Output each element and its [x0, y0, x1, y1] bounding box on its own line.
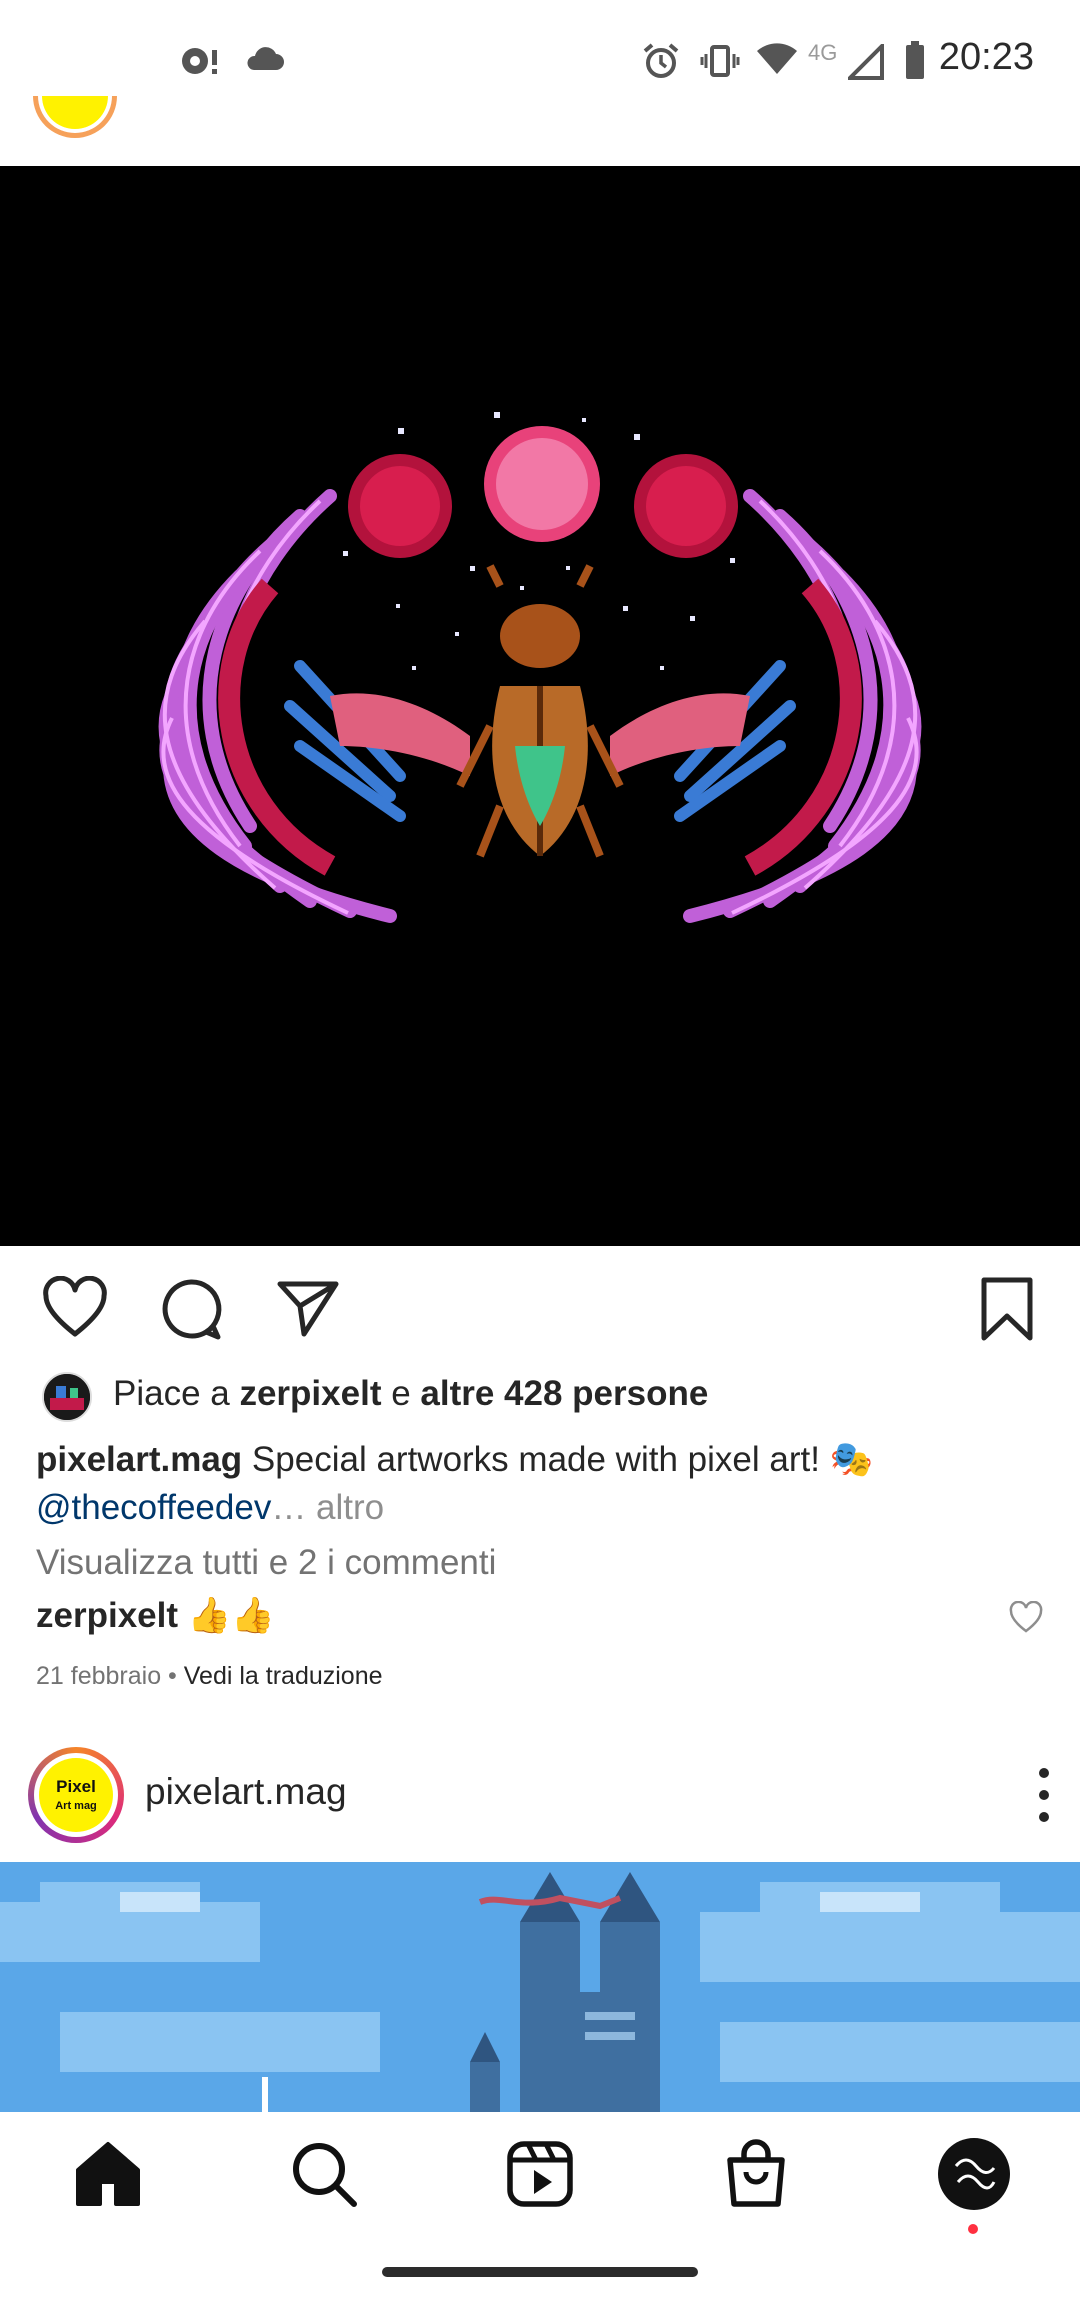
next-post-image[interactable]	[0, 1862, 1080, 2112]
notification-dot-badge	[968, 2224, 978, 2234]
comment-row: zerpixelt 👍👍	[36, 1595, 1046, 1651]
liker-avatar[interactable]	[42, 1372, 92, 1422]
reels-icon[interactable]	[504, 2138, 576, 2210]
previous-post-avatar[interactable]	[30, 96, 120, 146]
wifi-icon	[757, 43, 797, 74]
home-icon[interactable]	[72, 2138, 144, 2210]
vibrate-icon	[700, 45, 740, 77]
share-send-icon[interactable]	[274, 1276, 340, 1342]
profile-avatar-icon[interactable]	[936, 2136, 1012, 2212]
network-type: 4G	[808, 40, 838, 65]
see-translation-link[interactable]: Vedi la traduzione	[184, 1662, 383, 1690]
post-action-bar	[0, 1246, 1080, 1362]
comment-username[interactable]: zerpixelt	[36, 1596, 178, 1635]
likes-text: Piace a zerpixelt e altre 428 persone	[113, 1374, 708, 1414]
save-bookmark-icon[interactable]	[974, 1276, 1040, 1342]
caption-more-link[interactable]: … altro	[271, 1488, 384, 1527]
likes-summary[interactable]: Piace a zerpixelt e altre 428 persone	[36, 1368, 1046, 1426]
comment-like-heart-icon[interactable]	[1009, 1601, 1043, 1635]
post-image[interactable]	[0, 166, 1080, 1246]
caption-text: Special artworks made with pixel art! 🎭	[242, 1440, 874, 1479]
alarm-icon	[643, 43, 679, 78]
post-caption: pixelart.mag Special artworks made with …	[36, 1436, 1046, 1532]
caption-username[interactable]: pixelart.mag	[36, 1440, 242, 1479]
caption-mention-link[interactable]: @thecoffeedev	[36, 1488, 271, 1527]
post-date: 21 febbraio	[36, 1662, 162, 1690]
next-post-header: Pixel Art mag pixelart.mag	[0, 1735, 1080, 1855]
bottom-navigation-bar	[0, 2112, 1080, 2300]
likes-others-count[interactable]: altre 428 persone	[420, 1374, 708, 1413]
more-options-icon[interactable]	[1038, 1765, 1050, 1825]
like-heart-icon[interactable]	[42, 1276, 108, 1342]
view-all-comments-link[interactable]: Visualizza tutti e 2 i commenti	[36, 1543, 496, 1583]
date-separator: •	[161, 1662, 184, 1690]
shop-bag-icon[interactable]	[720, 2138, 792, 2210]
avatar-logo-text-2: Art mag	[55, 1800, 97, 1812]
cell-signal-icon	[848, 44, 884, 80]
cloud-icon	[247, 47, 284, 70]
next-post-username[interactable]: pixelart.mag	[145, 1771, 347, 1813]
liker-username[interactable]: zerpixelt	[239, 1374, 381, 1413]
search-icon[interactable]	[288, 2138, 360, 2210]
post-date-row: 21 febbraio • Vedi la traduzione	[36, 1662, 383, 1691]
likes-prefix: Piace a	[113, 1374, 240, 1413]
notification-dot-icon	[182, 48, 217, 74]
avatar-logo-text-1: Pixel	[56, 1777, 96, 1796]
castle-artwork	[0, 1862, 1080, 2112]
next-post-avatar[interactable]: Pixel Art mag	[28, 1747, 124, 1843]
status-bar: 4G 20:23	[0, 0, 1080, 120]
comment-bubble-icon[interactable]	[158, 1276, 224, 1342]
battery-icon	[906, 41, 924, 79]
scarab-artwork	[0, 166, 1080, 1246]
home-gesture-indicator[interactable]	[382, 2267, 698, 2277]
likes-middle: e	[381, 1374, 421, 1413]
clock: 20:23	[938, 36, 1034, 78]
comment-text: 👍👍	[178, 1596, 275, 1635]
